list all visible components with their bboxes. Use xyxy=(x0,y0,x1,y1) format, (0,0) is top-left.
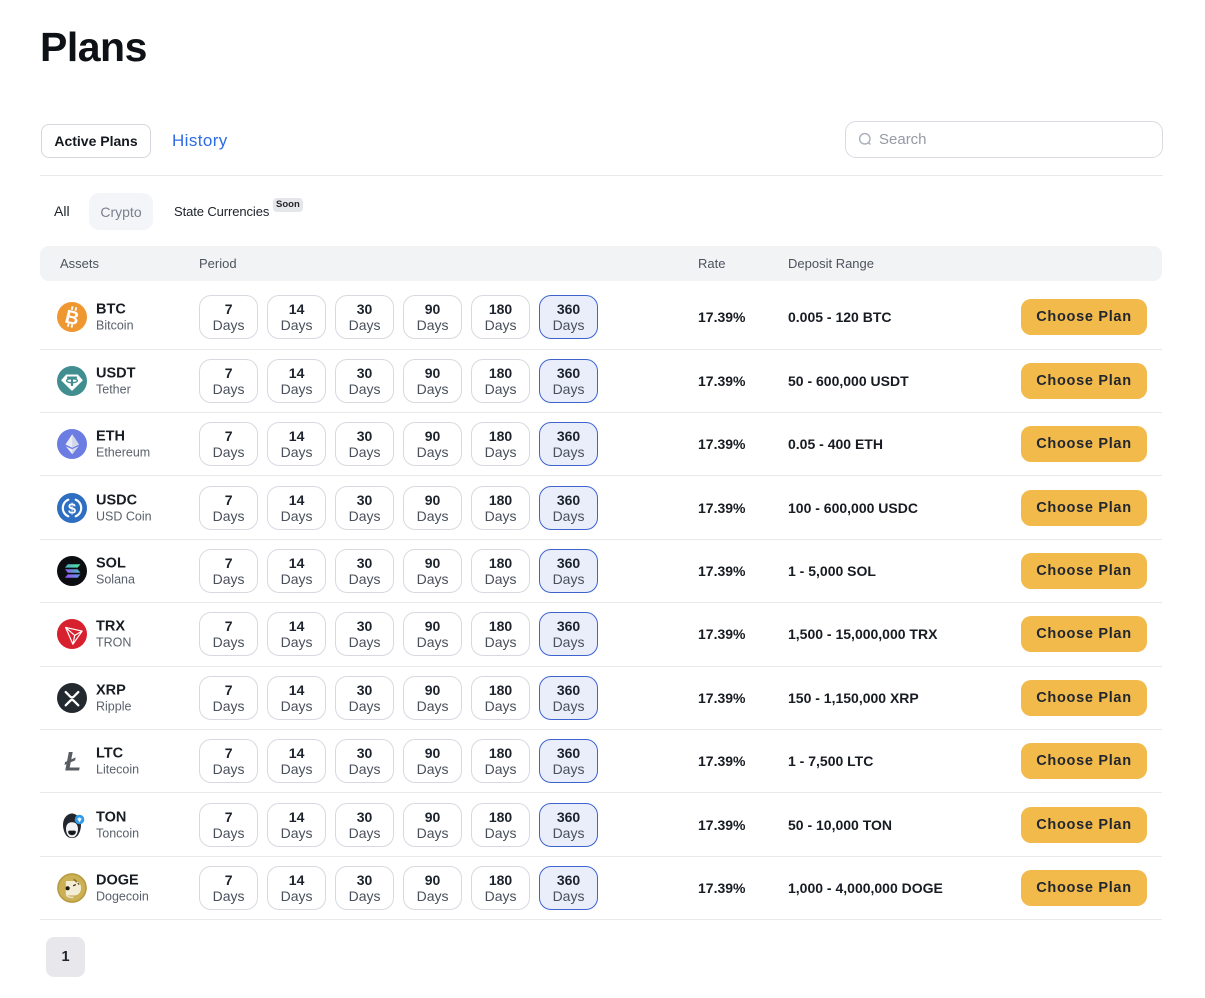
svg-text:$: $ xyxy=(68,501,76,517)
svg-text:Ł: Ł xyxy=(64,747,82,777)
